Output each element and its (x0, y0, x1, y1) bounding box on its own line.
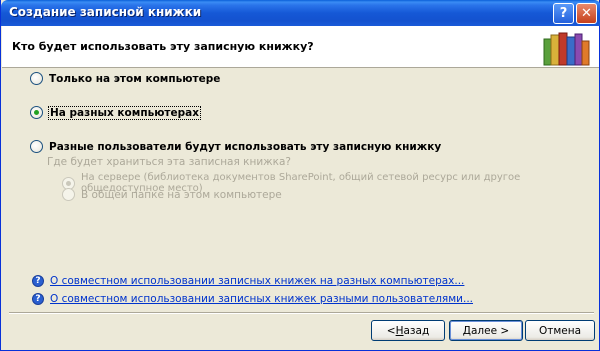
cancel-button[interactable]: Отмена (525, 320, 595, 341)
storage-question-label: Где будет храниться эта записная книжка? (47, 156, 291, 168)
option-different-computers[interactable]: На разных компьютерах (30, 105, 202, 120)
back-hotkey: Н (395, 324, 404, 337)
help-button[interactable]: ? (553, 3, 574, 24)
back-prefix: < (386, 324, 396, 337)
back-button[interactable]: < Н азад (371, 320, 445, 341)
link-sharing-computers[interactable]: О совместном использовании записных книж… (50, 275, 464, 287)
close-button[interactable]: ✕ (576, 3, 597, 24)
link-row[interactable]: ? О совместном использовании записных кн… (32, 275, 464, 287)
wizard-header: Кто будет использовать эту записную книж… (2, 26, 599, 68)
radio-only-this-computer[interactable] (30, 72, 43, 85)
back-rest: азад (403, 324, 430, 337)
window-title: Создание записной книжки (9, 5, 202, 19)
title-bar[interactable]: Создание записной книжки ? ✕ (1, 0, 600, 26)
option-label: Только на этом компьютере (49, 72, 221, 85)
radio-different-computers[interactable] (30, 106, 43, 119)
notebooks-icon (543, 32, 590, 66)
storage-question: Где будет храниться эта записная книжка? (47, 156, 291, 168)
option-different-users[interactable]: Разные пользователи будут использовать э… (30, 140, 441, 153)
option-shared-folder: В общей папке на этом компьютере (62, 188, 282, 201)
help-icon: ? (32, 293, 44, 305)
next-button[interactable]: Д алее > (449, 320, 523, 341)
help-icon: ? (32, 275, 44, 287)
link-sharing-users[interactable]: О совместном использовании записных книж… (50, 293, 473, 305)
option-only-this-computer[interactable]: Только на этом компьютере (30, 72, 220, 85)
header-question: Кто будет использовать эту записную книж… (12, 40, 314, 53)
dialog-window: Создание записной книжки ? ✕ Кто будет и… (0, 0, 600, 351)
link-row[interactable]: ? О совместном использовании записных кн… (32, 293, 473, 305)
next-hotkey: Д (462, 324, 471, 337)
divider (9, 312, 594, 314)
option-label: На разных компьютерах (47, 105, 202, 120)
radio-shared-folder (62, 188, 75, 201)
option-label: В общей папке на этом компьютере (81, 188, 282, 201)
radio-different-users[interactable] (30, 140, 43, 153)
option-label: Разные пользователи будут использовать э… (49, 140, 442, 153)
next-rest: алее > (471, 324, 510, 337)
